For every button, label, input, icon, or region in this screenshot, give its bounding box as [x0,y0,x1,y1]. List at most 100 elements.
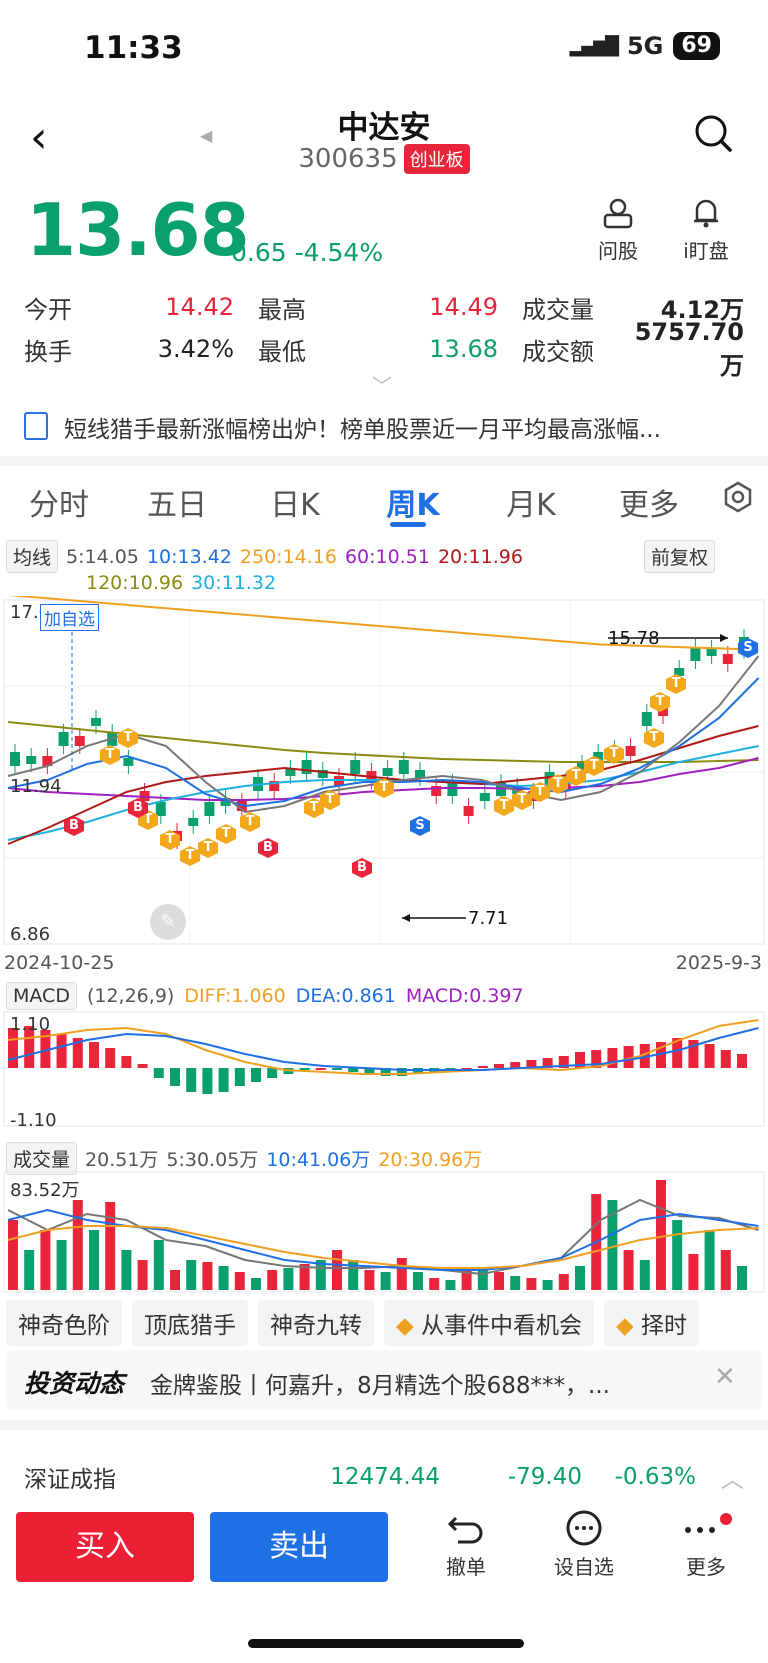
pill-top-bottom[interactable]: 顶底猎手 [132,1300,248,1346]
tab-more[interactable]: 更多 [590,480,708,524]
index-change: -79.40 [507,1464,582,1490]
settings-icon[interactable] [708,480,768,524]
undo-button[interactable]: 撤单 [426,1510,506,1580]
volume-bar [72,1200,83,1290]
tab-five-day[interactable]: 五日 [118,480,236,524]
macd-bar [332,1068,342,1070]
tab-intraday[interactable]: 分时 [0,480,118,524]
ma20-label: 20:11.96 [437,545,523,568]
ma-legend-2: 120:10.96 30:11.32 [86,572,276,594]
news-text[interactable]: 短线猎手最新涨幅榜出炉！榜单股票近一月平均最高涨幅... [64,410,744,444]
macd-bar [56,1034,67,1068]
macd-bar [477,1066,488,1068]
tab-daily-k[interactable]: 日K [236,480,354,524]
volume-bar [89,1230,99,1290]
date-start: 2024-10-25 [4,952,115,974]
candle-body [74,736,85,746]
macd-chart[interactable] [0,1010,768,1130]
stats-row-2: 换手 3.42% 最低 13.68 成交额 5757.70万 [24,318,744,380]
chat-icon [566,1510,602,1546]
tab-weekly-k[interactable]: 周K [354,480,472,524]
volume-bar [542,1280,553,1290]
pill-timing-label: 择时 [641,1313,687,1339]
invest-text[interactable]: 金牌鉴股丨何嘉升，8月精选个股688***，... [150,1366,670,1400]
volume-bar [137,1260,148,1290]
index-row[interactable]: 深证成指 12474.44 -79.40 -0.63% ︿ [24,1460,744,1494]
volume-bar [510,1276,521,1290]
candle-body [91,718,101,726]
macd-bar [315,1068,326,1070]
search-icon[interactable] [694,114,734,158]
volume-bar [251,1278,261,1290]
volume-bar [623,1250,634,1290]
macd-bar [299,1068,310,1070]
macd-bar [89,1042,99,1068]
volume-bar [267,1270,278,1290]
low-price-marker: 7.71 [468,908,509,929]
volume-bar [396,1258,407,1290]
volume-label: 成交量 [522,295,594,324]
volume-bar [558,1274,569,1290]
change-percent: -4.54% [294,238,384,267]
macd-bar [607,1048,618,1068]
pill-events-label: 从事件中看机会 [421,1313,582,1339]
close-icon[interactable]: ✕ [714,1362,736,1392]
buy-button[interactable]: 买入 [16,1512,194,1582]
candle-body [123,758,134,766]
volume-bar [40,1230,51,1290]
candle-body [10,752,20,766]
macd-value: MACD:0.397 [405,985,524,1007]
price-axis-mid: 11.94 [10,776,62,797]
network-label: 5G [626,32,664,60]
ma120-label: 120:10.96 [86,572,184,594]
macd-bar [494,1064,504,1068]
macd-bar [170,1068,180,1086]
pill-color-scale[interactable]: 神奇色阶 [6,1300,122,1346]
status-time: 11:33 [84,30,183,66]
feature-pills: 神奇色阶 顶底猎手 神奇九转 ◆ 从事件中看机会 ◆ 择时 [0,1300,768,1346]
volume-axis-top: 83.52万 [10,1180,80,1201]
volume-bar [494,1272,504,1290]
expand-chevron-icon[interactable]: ﹀ [372,370,392,399]
index-percent: -0.63% [614,1464,696,1490]
volume-bar [526,1278,537,1290]
date-end: 2025-9-3 [675,952,762,974]
add-watchlist-tag[interactable]: 加自选 [40,604,99,631]
more-button[interactable]: 更多 [666,1510,746,1580]
ask-stock-button[interactable]: 问股 [578,196,658,264]
pill-events[interactable]: ◆ 从事件中看机会 [384,1300,594,1346]
volume-chart[interactable] [0,1170,768,1294]
ma-dropdown[interactable]: 均线 [6,540,59,573]
pill-timing[interactable]: ◆ 择时 [604,1300,699,1346]
draw-tool-icon[interactable]: ✎ [150,904,186,940]
macd-params: (12,26,9) [86,985,175,1007]
open-value: 14.42 [165,293,234,321]
volume-bar [121,1250,132,1290]
volume-bar [218,1266,229,1290]
macd-bar [234,1068,245,1086]
sell-button[interactable]: 卖出 [210,1512,388,1582]
volume-bar [429,1278,440,1290]
diamond-icon: ◆ [616,1313,641,1339]
set-watchlist-button[interactable]: 设自选 [544,1510,624,1580]
stock-code-row: 300635 创业板 [0,144,768,174]
adjust-dropdown[interactable]: 前复权 [644,540,716,573]
volume-bar [186,1260,197,1290]
set-watchlist-label: 设自选 [554,1555,614,1579]
ask-stock-label: 问股 [598,239,638,263]
candle-body [204,802,215,816]
low-label: 最低 [258,337,306,366]
macd-bars [8,1026,747,1094]
chevron-up-icon[interactable]: ︿ [696,1460,744,1494]
tab-monthly-k[interactable]: 月K [472,480,590,524]
macd-axis-top: 1.10 [10,1014,51,1035]
watch-button[interactable]: i盯盘 [666,196,746,264]
volume-bar [688,1254,699,1290]
pill-nine-turn[interactable]: 神奇九转 [258,1300,374,1346]
macd-bar [251,1068,261,1082]
macd-bar [153,1068,164,1078]
candle-body [415,770,425,778]
ma-legend: 均线 5:14.05 10:13.42 250:14.16 60:10.51 2… [6,540,523,573]
macd-dropdown[interactable]: MACD [6,982,77,1010]
macd-legend: MACD (12,26,9) DIFF:1.060 DEA:0.861 MACD… [6,982,524,1010]
